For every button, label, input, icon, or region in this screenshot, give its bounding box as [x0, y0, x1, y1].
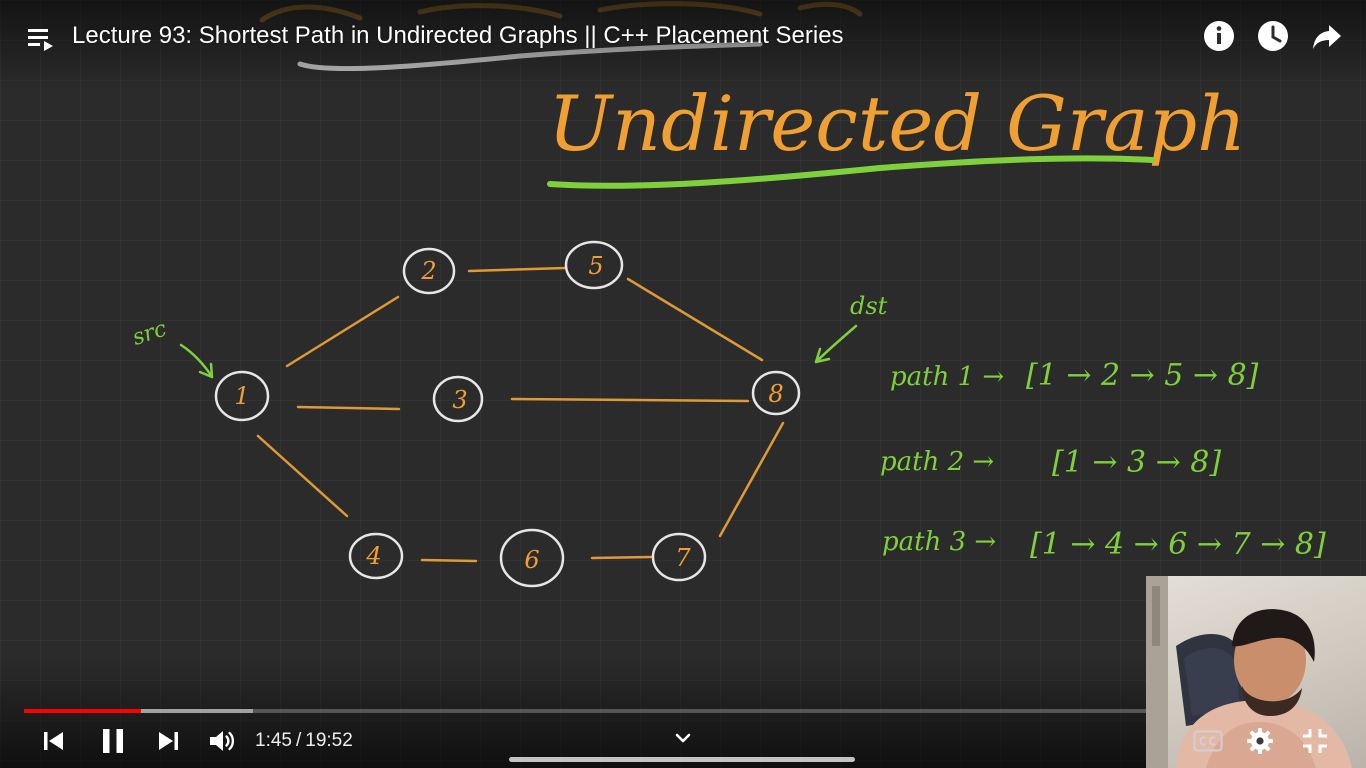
cc-icon[interactable] — [1193, 730, 1223, 752]
volume-icon[interactable] — [205, 724, 239, 758]
share-icon[interactable] — [1310, 19, 1344, 53]
node-2-label: 2 — [420, 257, 436, 285]
src-label: src — [129, 317, 169, 351]
node-2: 2 — [402, 247, 456, 295]
video-title[interactable]: Lecture 93: Shortest Path in Undirected … — [72, 21, 844, 51]
path-2-route: [1 → 3 → 8] — [1052, 445, 1221, 480]
path-3-label: path 3 → — [882, 527, 996, 557]
skip-previous-icon[interactable] — [36, 724, 70, 758]
playlist-icon[interactable] — [26, 24, 56, 54]
node-7: 7 — [651, 532, 707, 582]
clock-icon[interactable] — [1256, 19, 1290, 53]
graph-edges — [256, 266, 785, 563]
path-1-label: path 1 → — [890, 362, 1004, 392]
time-total: 19:52 — [305, 730, 353, 751]
progress-played — [24, 709, 142, 713]
time-display: 1:45/19:52 — [255, 730, 353, 752]
node-1: 1 — [214, 370, 270, 422]
chevron-down-icon[interactable] — [672, 727, 694, 749]
time-current: 1:45 — [255, 730, 292, 751]
node-1-label: 1 — [234, 382, 249, 410]
src-arrow — [179, 343, 214, 379]
edge-3-8 — [510, 397, 750, 403]
board-heading: Undirected Graph — [548, 79, 1246, 168]
dst-arrow — [814, 324, 858, 364]
graph-nodes: 1 2 3 4 5 6 7 8 — [214, 240, 801, 588]
node-4: 4 — [348, 532, 404, 580]
edge-1-2 — [285, 295, 400, 368]
node-8: 8 — [751, 370, 801, 416]
path-2-label: path 2 → — [880, 447, 994, 477]
pause-icon[interactable] — [96, 724, 130, 758]
time-separator: / — [295, 730, 302, 751]
exit-fullscreen-icon[interactable] — [1300, 726, 1330, 756]
node-5: 5 — [564, 240, 624, 290]
node-5-label: 5 — [588, 252, 603, 280]
node-3-label: 3 — [452, 386, 467, 414]
edge-6-7 — [590, 555, 654, 560]
edge-1-3 — [296, 405, 401, 411]
edge-5-8 — [626, 277, 764, 362]
paths-list: path 1 → [1 → 2 → 5 → 8] path 2 → [1 → 3… — [880, 358, 1326, 562]
edge-4-6 — [420, 558, 478, 563]
info-icon[interactable] — [1202, 19, 1236, 53]
video-player[interactable]: Undirected Graph 1 2 3 4 5 6 7 8 src dst… — [0, 0, 1366, 768]
edge-1-4 — [256, 434, 349, 518]
node-3: 3 — [432, 375, 484, 423]
node-6-label: 6 — [524, 546, 539, 574]
scrub-handle-bar[interactable] — [509, 757, 855, 762]
path-3-route: [1 → 4 → 6 → 7 → 8] — [1030, 527, 1326, 562]
gear-icon[interactable] — [1245, 726, 1275, 756]
node-6: 6 — [499, 528, 565, 588]
edge-2-5 — [467, 266, 567, 273]
node-8-label: 8 — [768, 380, 783, 408]
dst-label: dst — [850, 292, 888, 320]
path-1-route: [1 → 2 → 5 → 8] — [1026, 358, 1259, 393]
skip-next-icon[interactable] — [152, 724, 186, 758]
progress-bar[interactable] — [24, 709, 1342, 713]
node-4-label: 4 — [365, 542, 381, 570]
node-7-label: 7 — [675, 544, 691, 572]
edge-7-8 — [718, 421, 785, 538]
